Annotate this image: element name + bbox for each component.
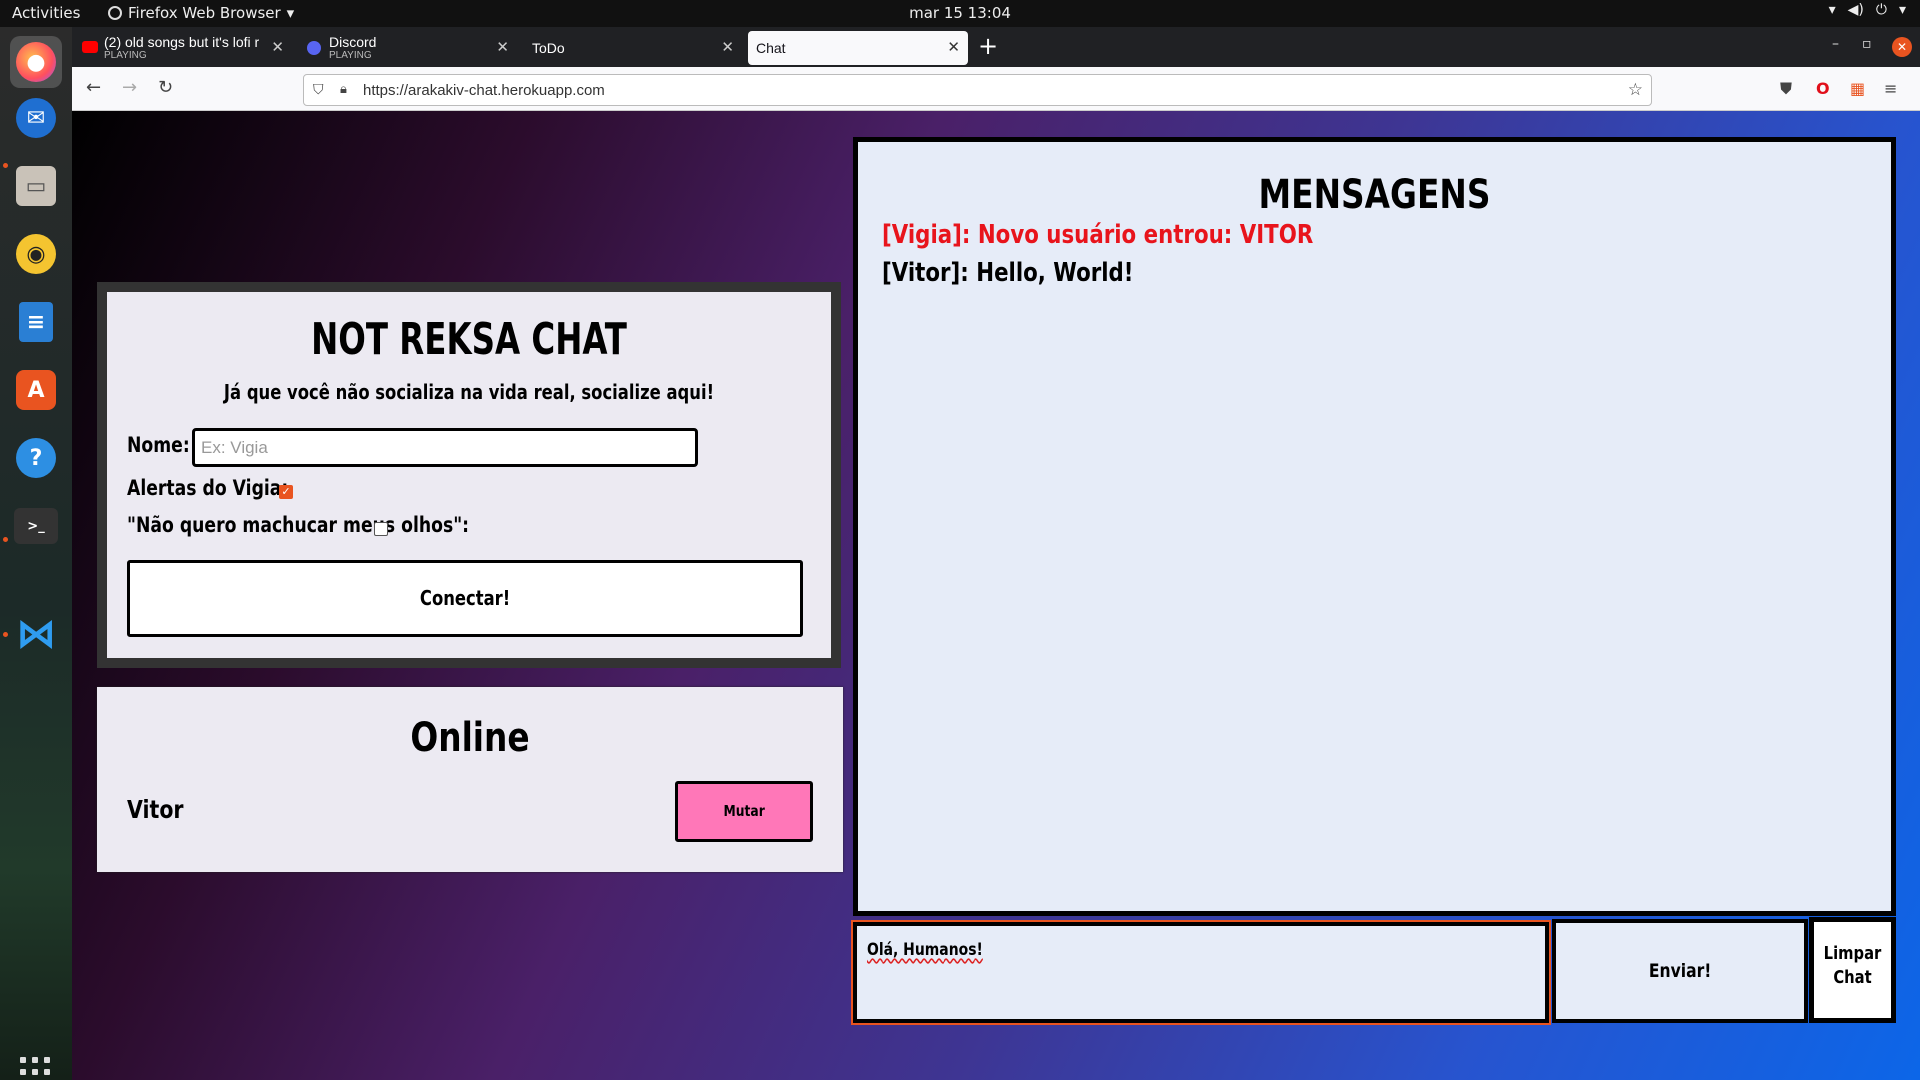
dock-rhythmbox[interactable]: ◉ [10,228,62,280]
system-top-bar: Activities Firefox Web Browser ▾ mar 15 … [0,0,1920,27]
online-card: Online Vitor Mutar [97,687,843,872]
dock-terminal[interactable]: >_ [10,500,62,552]
tab-title: ToDo [532,40,565,56]
running-indicator [3,632,8,637]
running-indicator [3,537,8,542]
url-bar[interactable]: ⛉ 🔒︎ https://arakakiv-chat.herokuapp.com… [303,74,1652,106]
rhythmbox-icon: ◉ [16,234,56,274]
tab-title: Chat [756,40,786,56]
alerts-checkbox[interactable]: ✓ [279,485,293,499]
close-icon[interactable]: ✕ [721,38,734,56]
send-button-label: Enviar! [1648,960,1712,982]
chat-subtitle: Já que você não socializa na vida real, … [223,380,715,404]
wifi-icon: ▾ [1828,2,1836,18]
restore-icon[interactable]: ▫ [1862,36,1872,52]
message-input-value: Olá, Humanos! [867,940,983,960]
running-indicator [3,163,8,168]
clear-chat-label-line1: Limpar [1823,943,1882,964]
online-user-name: Vitor [127,795,184,824]
clear-chat-button[interactable]: Limpar Chat [1809,917,1896,1023]
volume-icon: ◀) [1847,2,1864,18]
page-viewport: NOT REKSA CHAT Já que você não socializa… [72,111,1920,1080]
opera-vpn-icon[interactable]: O [1816,79,1830,98]
tab-discord[interactable]: Discord PLAYING ✕ [297,31,517,65]
power-icon: ⏻ [1875,2,1887,18]
navigation-toolbar: ← → ↻ ⛉ 🔒︎ https://arakakiv-chat.herokua… [72,67,1920,111]
name-input[interactable] [192,428,698,467]
message-item: [Vitor]: Hello, World! [882,258,1134,288]
minimize-icon[interactable]: – [1832,36,1839,52]
url-text[interactable]: https://arakakiv-chat.herokuapp.com [363,82,605,99]
messages-title: MENSAGENS [1258,172,1491,218]
reload-icon[interactable]: ↻ [158,77,173,98]
dock-firefox[interactable]: ● [10,36,62,88]
dock-thunderbird[interactable]: ✉ [10,92,62,144]
dock-vscode[interactable]: ⋈ [10,608,62,660]
tab-status: PLAYING [329,50,372,61]
connect-button-label: Conectar! [419,586,511,610]
tab-todo[interactable]: ToDo ✕ [522,31,742,65]
dock-files[interactable]: ▭ [10,160,62,212]
name-label: Nome: [127,433,190,457]
message-item: [Vigia]: Novo usuário entrou: VITOR [882,220,1314,250]
close-icon[interactable]: ✕ [271,38,284,56]
tracking-shield-icon[interactable]: ⛉ [313,82,324,98]
online-title: Online [410,715,530,761]
show-applications-icon[interactable] [20,1057,50,1080]
tab-chat[interactable]: Chat ✕ [748,31,968,65]
thunderbird-icon: ✉ [16,98,56,138]
eyes-label: "Não quero machucar meus olhos": [127,513,470,537]
login-card: NOT REKSA CHAT Já que você não socializa… [97,282,841,668]
extension-icon[interactable]: ▦ [1850,79,1865,98]
dock: ● ✉ ▭ ◉ ≡ A ? >_ ⋈ [0,27,72,1080]
mute-button-label: Mutar [723,802,765,820]
clock[interactable]: mar 15 13:04 [0,4,1920,22]
writer-icon: ≡ [19,302,53,342]
system-tray[interactable]: ▾ ◀) ⏻ ▾ [1829,2,1906,18]
close-icon[interactable]: ✕ [496,38,509,56]
clear-chat-label-line2: Chat [1833,967,1872,988]
forward-arrow-icon[interactable]: → [122,77,137,98]
pocket-icon[interactable]: ⛊ [1780,79,1792,99]
close-icon[interactable]: ✕ [947,38,960,56]
discord-icon [307,41,321,55]
tab-status: PLAYING [104,50,147,61]
files-icon: ▭ [16,166,56,206]
connect-button[interactable]: Conectar! [127,560,803,637]
dock-software[interactable]: A [10,364,62,416]
window-close-icon[interactable]: ✕ [1892,37,1912,57]
lock-icon[interactable]: 🔒︎ [340,82,347,97]
messages-panel: MENSAGENS [Vigia]: Novo usuário entrou: … [853,137,1896,916]
eyes-checkbox[interactable] [374,522,388,536]
bookmark-star-icon[interactable]: ☆ [1628,80,1643,100]
tab-title: Discord [329,34,377,50]
chat-title: NOT REKSA CHAT [311,314,627,365]
mute-button[interactable]: Mutar [675,781,813,842]
youtube-icon [82,41,98,53]
hamburger-menu-icon[interactable]: ≡ [1884,79,1897,98]
dock-writer[interactable]: ≡ [10,296,62,348]
tab-youtube[interactable]: (2) old songs but it's lofi r PLAYING ✕ [72,31,292,65]
alerts-label: Alertas do Vigia: [127,476,289,500]
tab-title: (2) old songs but it's lofi r [104,34,260,50]
help-icon: ? [16,438,56,478]
firefox-icon: ● [16,42,56,82]
message-input[interactable]: Olá, Humanos! [851,920,1551,1025]
send-button[interactable]: Enviar! [1552,919,1808,1023]
tab-strip: (2) old songs but it's lofi r PLAYING ✕ … [72,27,1920,67]
vscode-icon: ⋈ [16,611,56,657]
new-tab-button[interactable]: + [978,33,998,59]
back-arrow-icon[interactable]: ← [86,77,101,98]
dock-help[interactable]: ? [10,432,62,484]
chevron-down-icon: ▾ [1898,2,1906,18]
terminal-icon: >_ [14,508,58,544]
software-store-icon: A [16,370,56,410]
